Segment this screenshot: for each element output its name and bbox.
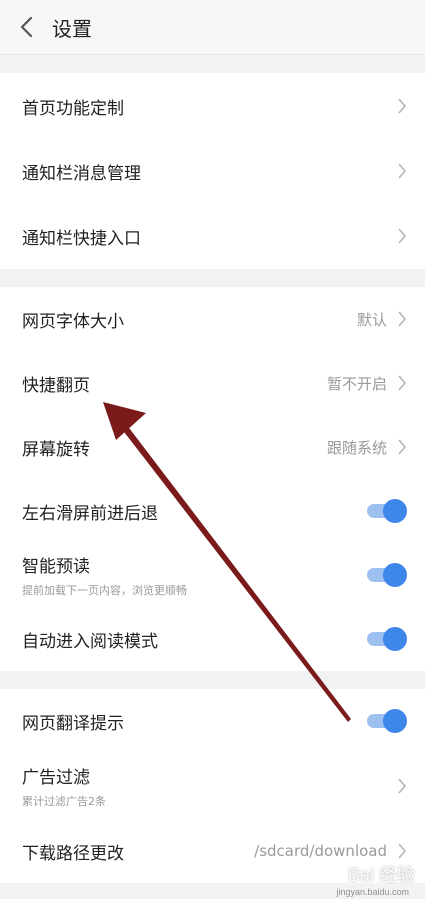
row-label: 左右滑屏前进后退 [22, 503, 158, 524]
row-label: 广告过滤 [22, 768, 90, 788]
row-ad-filter[interactable]: 广告过滤 累计过滤广告2条 [0, 753, 425, 819]
row-sublabel: 累计过滤广告2条 [22, 795, 106, 808]
section-gap [0, 55, 425, 73]
row-label: 下载路径更改 [22, 843, 124, 864]
chevron-right-icon [398, 98, 407, 114]
chevron-right-icon [398, 375, 407, 391]
section-gap [0, 671, 425, 689]
chevron-right-icon [398, 228, 407, 244]
row-reading-mode: 自动进入阅读模式 [0, 607, 425, 671]
row-label: 网页翻译提示 [22, 713, 124, 734]
section-advanced: 网页翻译提示 广告过滤 累计过滤广告2条 下载路径更改 /sdcard/down… [0, 689, 425, 883]
row-notification-shortcut[interactable]: 通知栏快捷入口 [0, 203, 425, 269]
chevron-right-icon [398, 778, 407, 794]
row-label: 通知栏消息管理 [22, 163, 141, 184]
smart-preread-toggle[interactable] [367, 563, 407, 587]
watermark-logo: Bai 经验 [347, 865, 415, 885]
chevron-left-icon [20, 16, 33, 38]
row-screen-rotation[interactable]: 屏幕旋转 跟随系统 [0, 415, 425, 479]
section-general: 首页功能定制 通知栏消息管理 通知栏快捷入口 [0, 73, 425, 269]
header: 设置 [0, 0, 425, 55]
chevron-right-icon [398, 439, 407, 455]
row-label: 通知栏快捷入口 [22, 228, 141, 249]
row-smart-preread: 智能预读 提前加载下一页内容，浏览更顺畅 [0, 543, 425, 607]
row-value: /sdcard/download [254, 842, 387, 860]
row-notification-manage[interactable]: 通知栏消息管理 [0, 139, 425, 203]
page-title: 设置 [52, 16, 92, 41]
row-homepage-customize[interactable]: 首页功能定制 [0, 73, 425, 139]
row-swipe-navigation: 左右滑屏前进后退 [0, 479, 425, 543]
translate-hint-toggle[interactable] [367, 709, 407, 733]
row-translate-hint: 网页翻译提示 [0, 689, 425, 753]
row-value: 暂不开启 [326, 374, 387, 393]
chevron-right-icon [398, 843, 407, 859]
section-browsing: 网页字体大小 默认 快捷翻页 暂不开启 屏幕旋转 跟随系统 左右滑屏前进后退 智… [0, 287, 425, 671]
swipe-navigation-toggle[interactable] [367, 499, 407, 523]
row-font-size[interactable]: 网页字体大小 默认 [0, 287, 425, 351]
chevron-right-icon [398, 163, 407, 179]
chevron-right-icon [398, 311, 407, 327]
row-value: 默认 [356, 310, 387, 329]
section-gap [0, 269, 425, 287]
row-label: 屏幕旋转 [22, 439, 90, 460]
row-value: 跟随系统 [326, 438, 387, 457]
row-label: 网页字体大小 [22, 311, 124, 332]
row-label: 智能预读 [22, 557, 90, 577]
row-quick-page[interactable]: 快捷翻页 暂不开启 [0, 351, 425, 415]
row-label: 自动进入阅读模式 [22, 631, 158, 652]
back-button[interactable] [4, 0, 48, 54]
row-label: 首页功能定制 [22, 98, 124, 119]
row-label: 快捷翻页 [22, 375, 90, 396]
row-sublabel: 提前加载下一页内容，浏览更顺畅 [22, 584, 187, 597]
reading-mode-toggle[interactable] [367, 627, 407, 651]
watermark-url: jingyan.baidu.com [336, 887, 409, 897]
